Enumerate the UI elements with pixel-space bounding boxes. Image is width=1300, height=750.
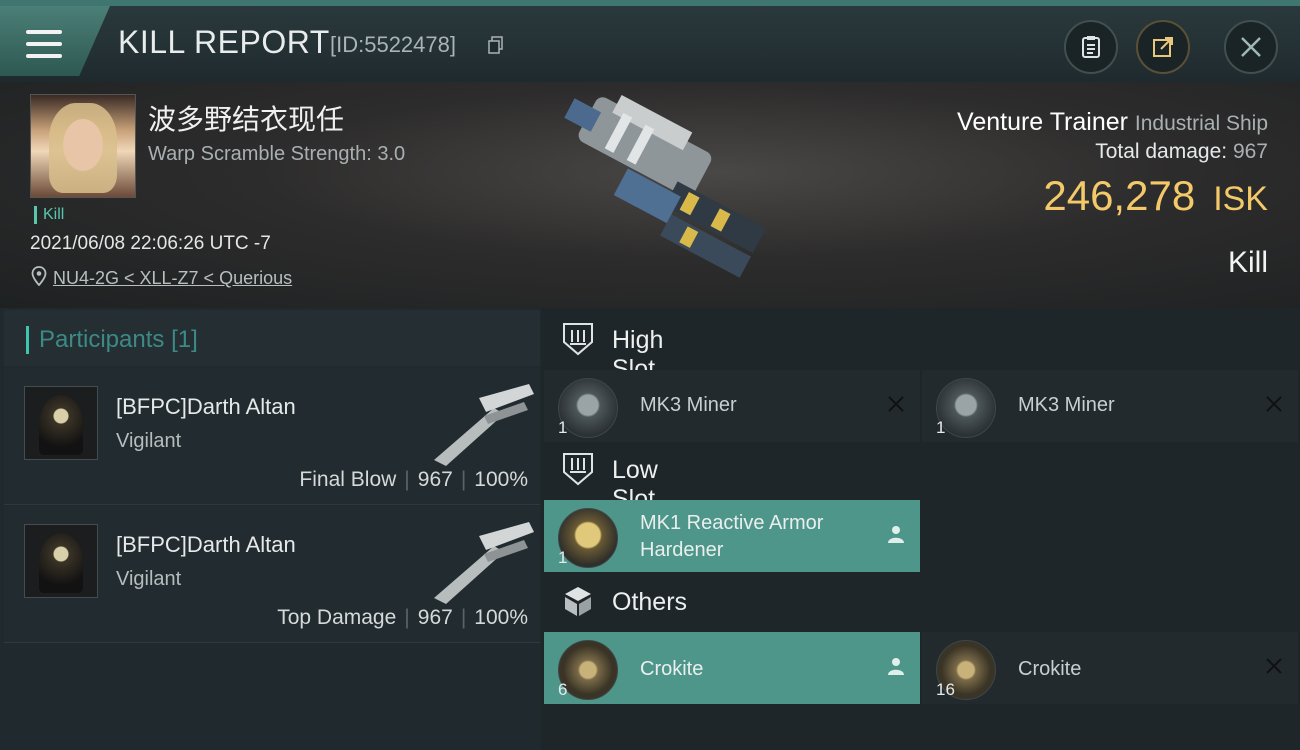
person-icon xyxy=(888,526,904,543)
x-icon xyxy=(1266,396,1282,412)
participants-title: Participants [1] xyxy=(26,326,198,354)
ship-name-line: Venture Trainer Industrial Ship xyxy=(957,108,1268,137)
kill-result: Kill xyxy=(1227,246,1268,279)
item-name: MK3 Miner xyxy=(640,394,737,416)
kill-location[interactable]: NU4-2G < XLL-Z7 < Querious xyxy=(53,268,292,289)
kill-tag: Kill xyxy=(34,206,64,224)
total-damage-line: Total damage: 967 xyxy=(1095,140,1268,164)
top-accent-line xyxy=(0,0,1300,6)
ship-name: Venture Trainer xyxy=(957,108,1128,136)
weapon-icon xyxy=(434,384,534,466)
participant-role: Top Damage xyxy=(277,606,397,629)
item-qty: 16 xyxy=(936,680,955,699)
item-qty: 1 xyxy=(558,418,568,437)
menu-icon xyxy=(26,30,62,58)
victim-name: 波多野结衣现任 xyxy=(148,103,345,136)
participant-role: Final Blow xyxy=(299,468,397,491)
high-slot-icon xyxy=(563,323,593,356)
item-name: Crokite xyxy=(640,658,704,680)
slot-item[interactable]: 1 MK3 Miner xyxy=(544,370,920,442)
x-icon xyxy=(888,396,904,412)
weapon-icon xyxy=(434,522,534,604)
participants-count: [1] xyxy=(171,326,198,353)
total-damage-label: Total damage: xyxy=(1095,140,1228,163)
participant-row[interactable]: [BFPC]Darth Altan Vigilant Top Damage | 96… xyxy=(4,506,540,643)
participant-ship: Vigilant xyxy=(116,568,182,590)
item-qty: 1 xyxy=(558,548,568,567)
low-slot-icon xyxy=(563,453,593,486)
item-name: MK3 Miner xyxy=(1018,394,1115,416)
item-name-line2: Hardener xyxy=(640,539,724,561)
participant-name: [BFPC]Darth Altan xyxy=(116,394,296,419)
item-qty: 6 xyxy=(558,680,568,699)
page-title: KILL REPORT xyxy=(118,24,330,60)
slot-item[interactable]: 16 Crokite xyxy=(922,632,1298,704)
participant-percent: 100% xyxy=(474,606,528,629)
close-icon xyxy=(1241,37,1261,57)
participant-row[interactable]: [BFPC]Darth Altan Vigilant Final Blow | 96… xyxy=(4,368,540,505)
slot-item[interactable]: 1 MK3 Miner xyxy=(922,370,1298,442)
item-name: Crokite xyxy=(1018,658,1082,680)
isk-unit: ISK xyxy=(1213,180,1268,218)
isk-line: 246,278 ISK xyxy=(1043,172,1268,220)
participant-avatar xyxy=(24,386,98,460)
participant-name: [BFPC]Darth Altan xyxy=(116,532,296,557)
share-icon xyxy=(1153,37,1173,57)
x-icon xyxy=(1266,658,1282,674)
participant-stats: Top Damage | 967 | 100% xyxy=(277,606,528,629)
slot-item[interactable]: 1 MK1 Reactive Armor Hardener xyxy=(544,500,920,572)
participants-label: Participants xyxy=(39,326,165,353)
warp-strength: Warp Scramble Strength: 3.0 xyxy=(148,143,406,165)
kill-datetime: 2021/06/08 22:06:26 UTC -7 xyxy=(30,233,271,254)
clipboard-button[interactable] xyxy=(1064,20,1118,74)
ship-image xyxy=(564,94,766,278)
report-id: [ID:5522478] xyxy=(330,32,456,57)
ship-class: Industrial Ship xyxy=(1134,112,1268,135)
cube-icon xyxy=(565,587,591,616)
participant-damage: 967 xyxy=(417,606,453,629)
participant-ship: Vigilant xyxy=(116,430,182,452)
slot-item[interactable]: 6 Crokite xyxy=(544,632,920,704)
close-button[interactable] xyxy=(1224,20,1278,74)
isk-value: 246,278 xyxy=(1043,172,1196,219)
person-icon xyxy=(888,658,904,675)
participant-percent: 100% xyxy=(474,468,528,491)
pin-icon xyxy=(31,266,47,286)
participant-stats: Final Blow | 967 | 100% xyxy=(299,468,528,491)
participant-damage: 967 xyxy=(417,468,453,491)
share-button[interactable] xyxy=(1136,20,1190,74)
participant-avatar xyxy=(24,524,98,598)
item-name-line1: MK1 Reactive Armor xyxy=(640,512,824,534)
clipboard-icon xyxy=(1082,36,1100,58)
total-damage-value: 967 xyxy=(1232,140,1268,163)
victim-portrait[interactable] xyxy=(30,94,136,198)
item-qty: 1 xyxy=(936,418,946,437)
others-label: Others xyxy=(612,588,688,616)
copy-icon[interactable] xyxy=(488,36,504,54)
